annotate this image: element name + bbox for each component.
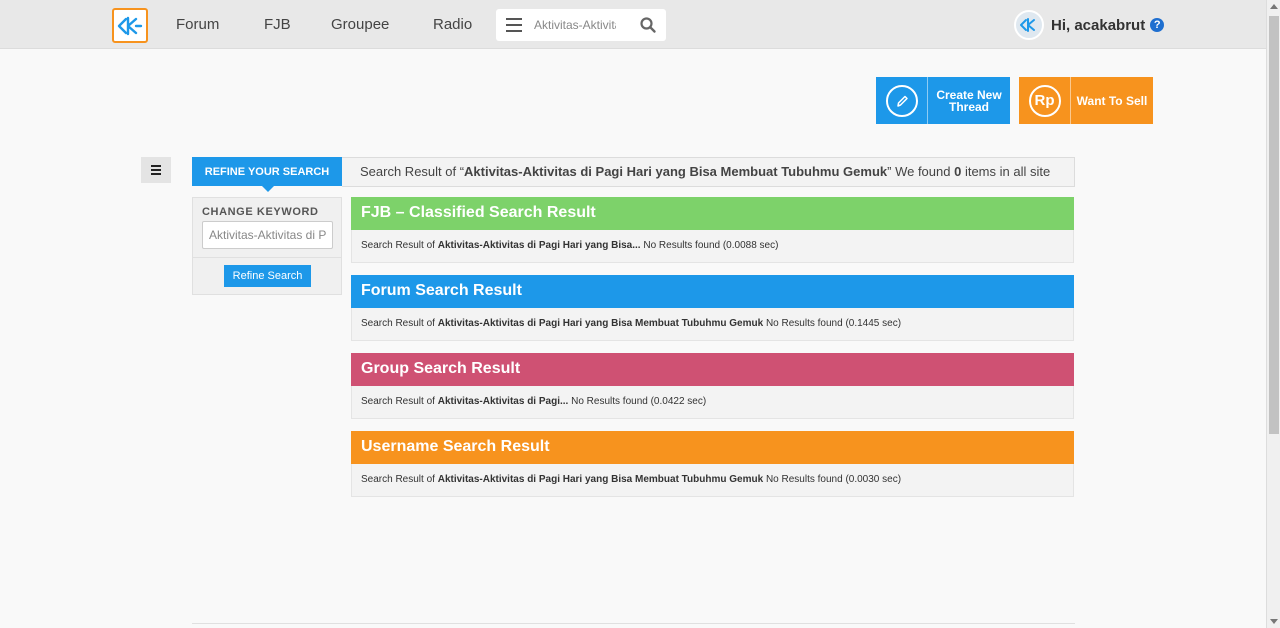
change-keyword-label: CHANGE KEYWORD	[202, 206, 319, 218]
fjb-search-result-section: FJB – Classified Search Result Search Re…	[351, 197, 1074, 263]
nav-radio-link[interactable]: Radio	[433, 16, 472, 33]
page-scrollbar[interactable]	[1266, 0, 1280, 628]
hamburger-menu-icon[interactable]	[506, 18, 522, 32]
summary-query: Aktivitas-Aktivitas di Pagi Hari yang Bi…	[464, 164, 888, 179]
want-to-sell-label: Want To Sell	[1076, 93, 1148, 108]
refine-your-search-tab[interactable]: REFINE YOUR SEARCH	[192, 157, 342, 192]
sidebar-toggle-icon[interactable]	[141, 157, 171, 183]
refine-panel: CHANGE KEYWORD Refine Search	[192, 197, 342, 295]
create-new-thread-label: Create New Thread	[936, 87, 1002, 114]
user-avatar-icon	[1020, 18, 1035, 32]
section-header[interactable]: Group Search Result	[351, 353, 1074, 386]
nav-fjb-link[interactable]: FJB	[264, 16, 291, 33]
keyword-input[interactable]	[202, 221, 333, 249]
footer-divider	[192, 623, 1075, 624]
scroll-thumb[interactable]	[1269, 16, 1279, 434]
scroll-down-arrow-icon[interactable]	[1270, 619, 1278, 624]
header-search-input[interactable]	[534, 14, 616, 36]
section-body: Search Result of Aktivitas-Aktivitas di …	[351, 230, 1074, 263]
username-search-result-section: Username Search Result Search Result of …	[351, 431, 1074, 497]
search-icon[interactable]	[639, 16, 657, 34]
kaskus-logo-icon	[117, 16, 143, 35]
kaskus-logo[interactable]	[112, 8, 148, 43]
rupiah-icon: Rp	[1028, 84, 1061, 117]
scroll-up-arrow-icon[interactable]	[1270, 4, 1278, 9]
avatar[interactable]	[1014, 10, 1044, 40]
header-search	[496, 9, 666, 41]
top-navbar: Forum FJB Groupee Radio Hi, acakabrut ?	[0, 0, 1266, 49]
section-body: Search Result of Aktivitas-Aktivitas di …	[351, 464, 1074, 497]
nav-forum-link[interactable]: Forum	[176, 16, 219, 33]
refine-search-button[interactable]: Refine Search	[224, 265, 311, 287]
help-icon[interactable]: ?	[1150, 18, 1165, 32]
section-header[interactable]: Forum Search Result	[351, 275, 1074, 308]
user-menu[interactable]: Hi, acakabrut ?	[1014, 10, 1165, 40]
section-header[interactable]: FJB – Classified Search Result	[351, 197, 1074, 230]
section-body: Search Result of Aktivitas-Aktivitas di …	[351, 308, 1074, 341]
pencil-icon	[885, 84, 918, 117]
user-greeting[interactable]: Hi, acakabrut	[1051, 17, 1145, 34]
want-to-sell-button[interactable]: Rp Want To Sell	[1019, 77, 1153, 124]
search-result-summary: Search Result of “Aktivitas-Aktivitas di…	[342, 157, 1075, 187]
group-search-result-section: Group Search Result Search Result of Akt…	[351, 353, 1074, 419]
section-header[interactable]: Username Search Result	[351, 431, 1074, 464]
divider	[193, 257, 341, 258]
create-new-thread-button[interactable]: Create New Thread	[876, 77, 1010, 124]
nav-groupee-link[interactable]: Groupee	[331, 16, 389, 33]
forum-search-result-section: Forum Search Result Search Result of Akt…	[351, 275, 1074, 341]
section-body: Search Result of Aktivitas-Aktivitas di …	[351, 386, 1074, 419]
